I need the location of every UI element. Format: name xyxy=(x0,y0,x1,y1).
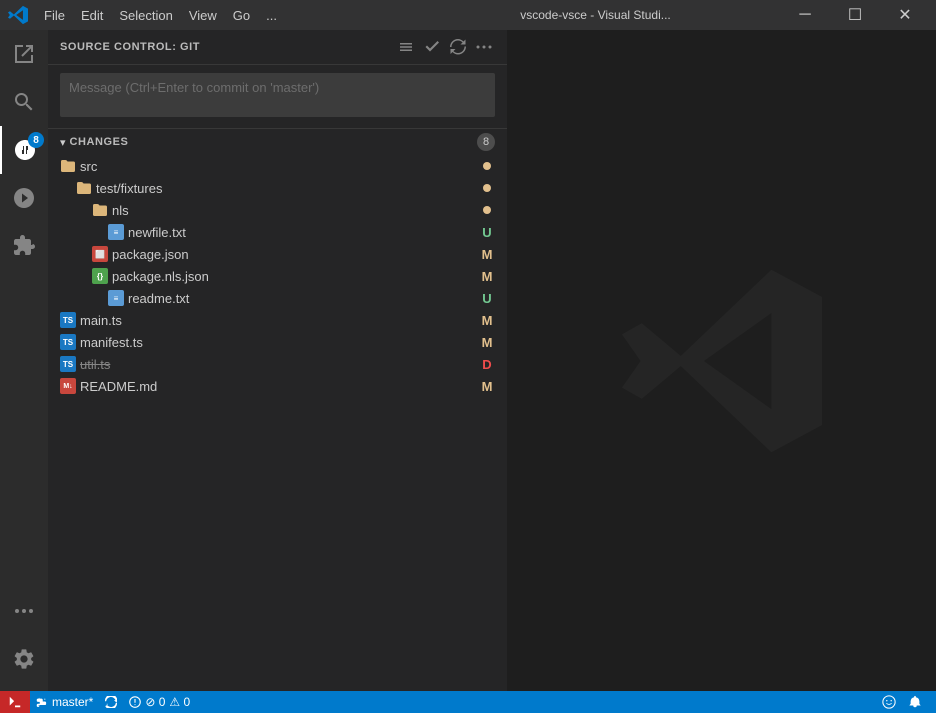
changes-section: ▾ CHANGES 8 src test/ xyxy=(48,129,507,691)
menu-go[interactable]: Go xyxy=(225,6,258,25)
minimize-button[interactable]: ─ xyxy=(782,0,828,30)
file-manifest-ts-name: manifest.ts xyxy=(80,335,475,350)
readme-txt-icon: ≡ xyxy=(108,290,124,306)
activity-extensions[interactable] xyxy=(0,222,48,270)
file-util-ts-status: D xyxy=(479,357,495,372)
json-green-icon: {} xyxy=(92,268,108,284)
window-title: vscode-vsce - Visual Studi... xyxy=(409,8,782,22)
folder-test-fixtures-dot xyxy=(483,184,491,192)
activity-run-debug[interactable] xyxy=(0,174,48,222)
panel-more-button[interactable] xyxy=(473,36,495,58)
statusbar-smiley[interactable] xyxy=(876,691,902,713)
panel-header: SOURCE CONTROL: GIT xyxy=(48,30,507,65)
changes-label: CHANGES xyxy=(70,136,477,148)
window-controls: ─ ☐ ✕ xyxy=(782,0,928,30)
main-area: 8 xyxy=(0,30,936,691)
folder-test-fixtures[interactable]: test/fixtures xyxy=(48,177,507,199)
ts-util-icon: TS xyxy=(60,356,76,372)
activity-bar: 8 xyxy=(0,30,48,691)
vscode-watermark xyxy=(622,261,822,461)
file-newfile-txt[interactable]: ≡ newfile.txt U xyxy=(48,221,507,243)
file-manifest-ts-status: M xyxy=(479,335,495,350)
statusbar-source-icon xyxy=(0,691,30,713)
file-readme-txt-status: U xyxy=(479,291,495,306)
activity-source-control[interactable]: 8 xyxy=(0,126,48,174)
file-manifest-ts[interactable]: TS manifest.ts M xyxy=(48,331,507,353)
panel-hamburger-button[interactable] xyxy=(395,36,417,58)
file-package-json-status: M xyxy=(479,247,495,262)
changes-count: 8 xyxy=(477,133,495,151)
branch-name: master* xyxy=(52,695,93,709)
file-package-nls-json-name: package.nls.json xyxy=(112,269,475,284)
file-main-ts-status: M xyxy=(479,313,495,328)
folder-test-fixtures-name: test/fixtures xyxy=(96,181,479,196)
commit-input-area xyxy=(48,65,507,129)
json-red-icon: ⬜ xyxy=(92,246,108,262)
changes-section-header[interactable]: ▾ CHANGES 8 xyxy=(48,129,507,155)
statusbar-right xyxy=(876,691,928,713)
file-readme-txt-name: readme.txt xyxy=(128,291,475,306)
file-package-nls-json-status: M xyxy=(479,269,495,284)
statusbar-bell[interactable] xyxy=(902,691,928,713)
file-readme-md[interactable]: M↓ README.md M xyxy=(48,375,507,397)
statusbar-sync[interactable] xyxy=(99,691,123,713)
restore-button[interactable]: ☐ xyxy=(832,0,878,30)
source-control-panel: SOURCE CONTROL: GIT xyxy=(48,30,508,691)
folder-nls-dot xyxy=(483,206,491,214)
file-main-ts[interactable]: TS main.ts M xyxy=(48,309,507,331)
ts-manifest-icon: TS xyxy=(60,334,76,350)
file-main-ts-name: main.ts xyxy=(80,313,475,328)
menu-selection[interactable]: Selection xyxy=(111,6,180,25)
file-list: src test/fixtures nls xyxy=(48,155,507,397)
panel-commit-button[interactable] xyxy=(421,36,443,58)
commit-message-input[interactable] xyxy=(60,73,495,117)
file-readme-md-name: README.md xyxy=(80,379,475,394)
folder-src-name: src xyxy=(80,159,479,174)
folder-src[interactable]: src xyxy=(48,155,507,177)
folder-nls[interactable]: nls xyxy=(48,199,507,221)
file-package-json-name: package.json xyxy=(112,247,475,262)
activity-search[interactable] xyxy=(0,78,48,126)
file-package-nls-json[interactable]: {} package.nls.json M xyxy=(48,265,507,287)
source-control-badge: 8 xyxy=(28,132,44,148)
activity-settings[interactable] xyxy=(0,635,48,683)
menu-file[interactable]: File xyxy=(36,6,73,25)
menu-edit[interactable]: Edit xyxy=(73,6,111,25)
panel-refresh-button[interactable] xyxy=(447,36,469,58)
statusbar-left: master* ⊘ 0 ⚠ 0 xyxy=(8,691,196,713)
section-toggle-icon: ▾ xyxy=(60,136,66,149)
activity-more[interactable] xyxy=(0,587,48,635)
file-readme-txt[interactable]: ≡ readme.txt U xyxy=(48,287,507,309)
app-logo xyxy=(8,5,28,25)
panel-title: SOURCE CONTROL: GIT xyxy=(60,41,395,53)
activity-explorer[interactable] xyxy=(0,30,48,78)
statusbar-errors[interactable]: ⊘ 0 ⚠ 0 xyxy=(123,691,196,713)
file-newfile-txt-status: U xyxy=(479,225,495,240)
menu-view[interactable]: View xyxy=(181,6,225,25)
file-util-ts[interactable]: TS util.ts D xyxy=(48,353,507,375)
editor-area xyxy=(508,30,936,691)
close-button[interactable]: ✕ xyxy=(882,0,928,30)
file-package-json[interactable]: ⬜ package.json M xyxy=(48,243,507,265)
errors-count: ⊘ 0 xyxy=(145,695,165,709)
md-icon: M↓ xyxy=(60,378,76,394)
folder-src-dot xyxy=(483,162,491,170)
file-newfile-txt-name: newfile.txt xyxy=(128,225,475,240)
menu-bar: File Edit Selection View Go ... xyxy=(36,6,409,25)
file-readme-md-status: M xyxy=(479,379,495,394)
warnings-count: ⚠ 0 xyxy=(169,695,190,709)
statusbar: master* ⊘ 0 ⚠ 0 xyxy=(0,691,936,713)
statusbar-branch[interactable]: master* xyxy=(30,691,99,713)
txt-icon: ≡ xyxy=(108,224,124,240)
ts-main-icon: TS xyxy=(60,312,76,328)
file-util-ts-name: util.ts xyxy=(80,357,475,372)
menu-more[interactable]: ... xyxy=(258,6,285,25)
folder-nls-name: nls xyxy=(112,203,479,218)
titlebar: File Edit Selection View Go ... vscode-v… xyxy=(0,0,936,30)
panel-actions xyxy=(395,36,495,58)
